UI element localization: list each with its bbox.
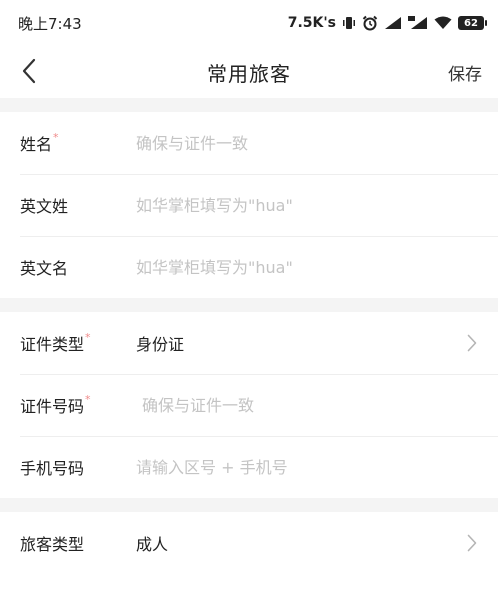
save-button[interactable]: 保存	[448, 60, 482, 85]
field-label: 旅客类型	[20, 535, 85, 554]
section-gap	[0, 498, 498, 512]
field-english-given-name[interactable]: 英文名	[0, 236, 498, 298]
wifi-icon	[434, 16, 452, 30]
passenger-type-section: 旅客类型 成人	[0, 512, 498, 574]
field-name[interactable]: 姓名*	[0, 112, 498, 174]
field-id-number[interactable]: 证件号码*	[0, 374, 498, 436]
back-button[interactable]	[14, 56, 44, 86]
section-gap	[0, 98, 498, 112]
field-label: 证件类型*	[20, 331, 91, 354]
alarm-icon	[362, 15, 378, 31]
id-number-input[interactable]	[136, 395, 442, 415]
field-label: 证件号码*	[20, 393, 91, 416]
field-id-type[interactable]: 证件类型* 身份证	[0, 312, 498, 374]
vibrate-icon	[342, 16, 356, 30]
signal-icon	[384, 16, 402, 30]
field-passenger-type[interactable]: 旅客类型 成人	[0, 512, 498, 574]
status-bar: 晚上7:43 7.5K's 62	[0, 0, 498, 46]
required-marker: *	[53, 131, 59, 144]
id-section: 证件类型* 身份证 证件号码* 手机号码	[0, 312, 498, 498]
passenger-type-value: 成人	[136, 535, 169, 554]
field-label: 姓名*	[20, 131, 59, 154]
required-marker: *	[85, 331, 91, 344]
section-gap	[0, 298, 498, 312]
id-type-value: 身份证	[136, 335, 185, 354]
status-time: 晚上7:43	[18, 14, 82, 33]
field-phone[interactable]: 手机号码	[0, 436, 498, 498]
english-given-name-input[interactable]	[136, 257, 436, 277]
field-label: 英文名	[20, 259, 69, 278]
english-surname-input[interactable]	[136, 195, 436, 215]
name-section: 姓名* 英文姓 英文名	[0, 112, 498, 298]
field-label: 手机号码	[20, 459, 85, 478]
signal-hd-icon	[408, 16, 428, 30]
chevron-right-icon	[462, 533, 482, 553]
phone-input[interactable]	[136, 457, 436, 477]
required-marker: *	[85, 393, 91, 406]
battery-level: 62	[464, 17, 478, 29]
field-english-surname[interactable]: 英文姓	[0, 174, 498, 236]
page-title: 常用旅客	[207, 61, 291, 86]
battery-icon: 62	[458, 16, 487, 30]
passenger-form: 姓名* 英文姓 英文名 证件类型* 身份证 证件号码* 手机号码	[0, 98, 498, 574]
chevron-left-icon	[22, 58, 36, 84]
network-speed: 7.5K's	[287, 15, 336, 31]
status-icons: 7.5K's 62	[287, 15, 487, 31]
nav-bar: 常用旅客 保存	[0, 46, 498, 98]
name-input[interactable]	[136, 133, 436, 153]
field-label: 英文姓	[20, 197, 69, 216]
chevron-right-icon	[462, 333, 482, 353]
